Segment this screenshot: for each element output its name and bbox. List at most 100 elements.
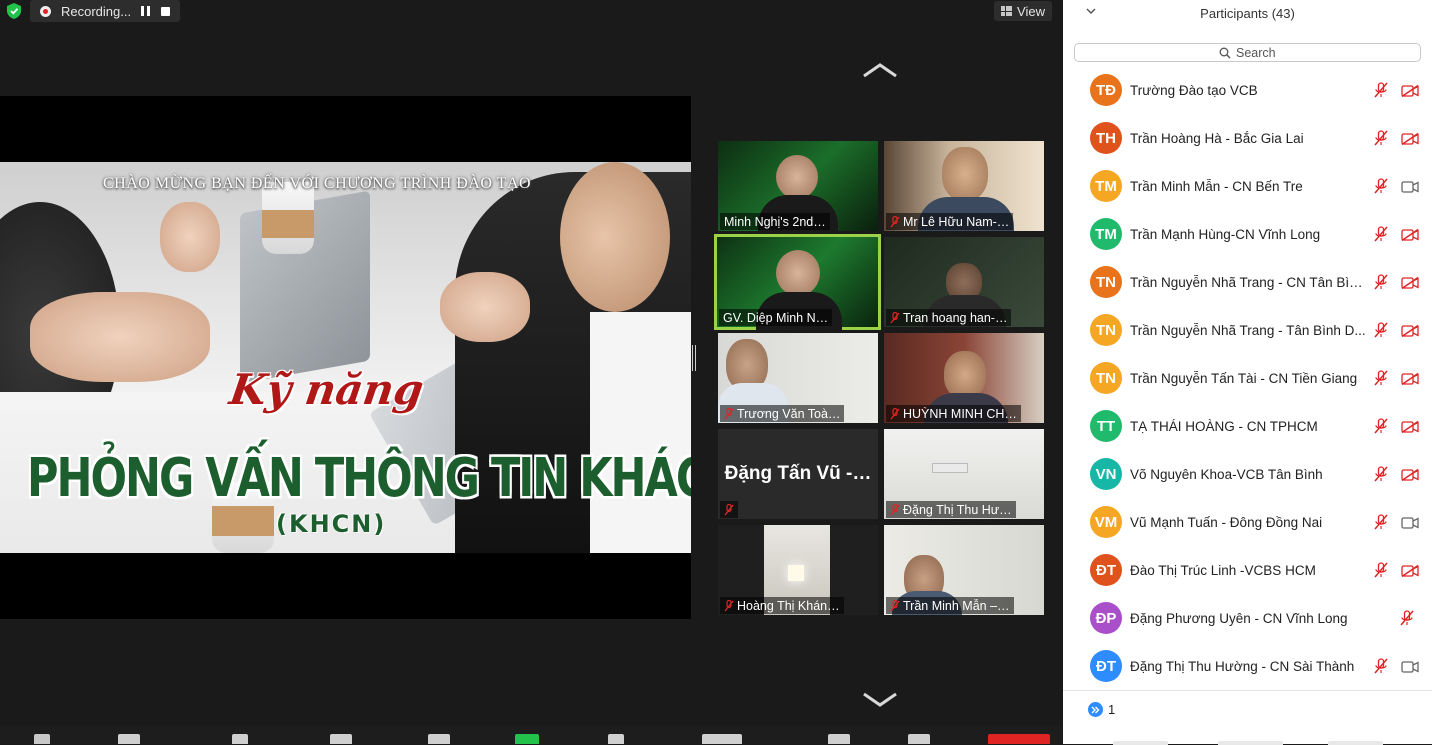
slide-photo-hand-1 (160, 202, 220, 272)
more-options-button[interactable] (1328, 741, 1383, 745)
invite-button[interactable] (1113, 741, 1168, 745)
participant-row[interactable]: TĐ Trường Đào tạo VCB (1063, 66, 1432, 114)
muted-mic-icon[interactable] (1374, 562, 1388, 578)
participant-name: Trần Nguyễn Tấn Tài - CN Tiền Giang (1130, 370, 1358, 386)
raised-hands-count: 1 (1108, 702, 1116, 717)
video-off-icon[interactable] (1401, 132, 1419, 146)
muted-mic-icon (890, 599, 900, 611)
recording-icon (40, 5, 51, 17)
video-tile-active-speaker[interactable]: GV. Diệp Minh N… (714, 234, 881, 330)
video-tile[interactable]: Hoàng Thị Khán… (718, 525, 878, 615)
muted-mic-icon[interactable] (1374, 370, 1388, 386)
video-tile[interactable]: Mr Lê Hữu Nam-… (884, 141, 1044, 231)
video-off-icon[interactable] (1401, 372, 1419, 386)
participants-toolbar-icon[interactable] (330, 734, 352, 744)
video-tile[interactable]: HUỲNH MINH CH… (884, 333, 1044, 423)
video-off-icon[interactable] (1401, 420, 1419, 434)
mute-toolbar-icon[interactable] (34, 734, 50, 744)
participant-row[interactable]: TH Trần Hoàng Hà - Bắc Gia Lai (1063, 114, 1432, 162)
participants-footer: 1 (1063, 690, 1432, 745)
chevron-down-icon[interactable] (1085, 5, 1097, 17)
muted-mic-icon[interactable] (1374, 130, 1388, 146)
video-off-icon[interactable] (1401, 324, 1419, 338)
meeting-area: Recording... View CHÀO MỪNG BẠN ĐẾN VỚI … (0, 0, 1062, 744)
muted-mic-icon[interactable] (1374, 226, 1388, 242)
video-tile-no-video[interactable]: Đặng Tấn Vũ -… (718, 429, 878, 519)
participant-row[interactable]: TN Trần Nguyễn Nhã Trang - Tân Bình D... (1063, 306, 1432, 354)
muted-mic-icon (890, 311, 900, 323)
recording-indicator: Recording... (30, 0, 181, 22)
participant-name: TẠ THÁI HOÀNG - CN TPHCM (1130, 418, 1318, 434)
avatar: TM (1090, 170, 1122, 202)
video-off-icon[interactable] (1401, 564, 1419, 578)
video-on-icon[interactable] (1401, 660, 1419, 673)
chevron-down-icon[interactable] (862, 691, 898, 709)
raised-hands-indicator[interactable]: 1 (1088, 702, 1115, 717)
muted-mic-icon[interactable] (1374, 82, 1388, 98)
participant-name: Đặng Phương Uyên - CN Vĩnh Long (1130, 610, 1348, 626)
stop-recording-icon[interactable] (161, 6, 171, 16)
end-meeting-button[interactable] (988, 734, 1050, 744)
video-on-icon[interactable] (1401, 516, 1419, 529)
chat-toolbar-icon[interactable] (428, 734, 450, 744)
video-toolbar-icon[interactable] (118, 734, 140, 744)
muted-mic-icon[interactable] (1400, 610, 1414, 626)
participant-row[interactable]: TT TẠ THÁI HOÀNG - CN TPHCM (1063, 402, 1432, 450)
muted-mic-icon[interactable] (1374, 178, 1388, 194)
muted-mic-icon[interactable] (1374, 274, 1388, 290)
slide-subtitle: (KHCN) (276, 510, 387, 538)
view-button[interactable]: View (994, 1, 1052, 21)
polling-toolbar-icon[interactable] (608, 734, 624, 744)
participant-row[interactable]: VN Võ Nguyên Khoa-VCB Tân Bình (1063, 450, 1432, 498)
participant-row[interactable]: ĐT Đặng Thị Thu Hường - CN Sài Thành (1063, 642, 1432, 690)
top-left-bar: Recording... (6, 0, 181, 22)
muted-mic-icon[interactable] (1374, 658, 1388, 674)
video-tile[interactable]: Tran hoang han-… (884, 237, 1044, 327)
muted-mic-icon[interactable] (1374, 418, 1388, 434)
muted-mic-icon[interactable] (1374, 514, 1388, 530)
tile-name-label: Tran hoang han-… (886, 309, 1012, 326)
muted-mic-icon (890, 215, 900, 227)
avatar: TN (1090, 266, 1122, 298)
avatar: TĐ (1090, 74, 1122, 106)
video-off-icon[interactable] (1401, 276, 1419, 290)
security-toolbar-icon[interactable] (232, 734, 248, 744)
shared-screen: CHÀO MỪNG BẠN ĐẾN VỚI CHƯƠNG TRÌNH ĐÀO T… (0, 96, 691, 619)
more-toolbar-icon[interactable] (908, 734, 930, 744)
muted-mic-icon[interactable] (1374, 466, 1388, 482)
video-off-icon[interactable] (1401, 468, 1419, 482)
participant-name: Đào Thị Trúc Linh -VCBS HCM (1130, 562, 1316, 578)
share-screen-toolbar-icon[interactable] (515, 734, 539, 744)
video-tile[interactable]: Đặng Thị Thu Hư… (884, 429, 1044, 519)
participant-row[interactable]: VM Vũ Mạnh Tuấn - Đông Đồng Nai (1063, 498, 1432, 546)
slide-welcome-text: CHÀO MỪNG BẠN ĐẾN VỚI CHƯƠNG TRÌNH ĐÀO T… (103, 175, 532, 192)
muted-mic-icon[interactable] (1374, 322, 1388, 338)
video-off-icon[interactable] (1401, 228, 1419, 242)
mute-all-button[interactable] (1218, 741, 1283, 745)
participant-row[interactable]: TN Trần Nguyễn Nhã Trang - CN Tân Bìn... (1063, 258, 1432, 306)
participant-search[interactable] (1074, 43, 1421, 62)
video-tile[interactable]: Trương Văn Toà… (718, 333, 878, 423)
video-tile[interactable]: Trần Minh Mẫn –… (884, 525, 1044, 615)
participant-row[interactable]: ĐT Đào Thị Trúc Linh -VCBS HCM (1063, 546, 1432, 594)
search-input[interactable] (1236, 45, 1276, 60)
participant-row[interactable]: TM Trần Mạnh Hùng-CN Vĩnh Long (1063, 210, 1432, 258)
chevron-up-icon[interactable] (862, 61, 898, 79)
video-tile[interactable]: Minh Nghị's 2nd… (718, 141, 878, 231)
tile-name-label: Minh Nghị's 2nd… (720, 213, 830, 230)
video-on-icon[interactable] (1401, 180, 1419, 193)
splitter-handle[interactable] (692, 345, 696, 371)
participant-row[interactable]: ĐP Đặng Phương Uyên - CN Vĩnh Long (1063, 594, 1432, 642)
participant-name: Trần Nguyễn Nhã Trang - CN Tân Bìn... (1130, 274, 1366, 290)
muted-mic-icon (724, 599, 734, 611)
security-shield-icon[interactable] (6, 2, 22, 20)
participant-row[interactable]: TM Trần Minh Mẫn - CN Bến Tre (1063, 162, 1432, 210)
tile-participant-name: Đặng Tấn Vũ -… (724, 463, 872, 484)
participants-panel: Participants (43) TĐ Trường Đào tạo VCB TH… (1063, 0, 1432, 745)
pause-recording-icon[interactable] (141, 6, 151, 16)
video-off-icon[interactable] (1401, 84, 1419, 98)
participant-row[interactable]: TN Trần Nguyễn Tấn Tài - CN Tiền Giang (1063, 354, 1432, 402)
participant-name: Trần Minh Mẫn - CN Bến Tre (1130, 178, 1303, 194)
record-toolbar-icon[interactable] (702, 734, 742, 744)
reactions-toolbar-icon[interactable] (828, 734, 850, 744)
